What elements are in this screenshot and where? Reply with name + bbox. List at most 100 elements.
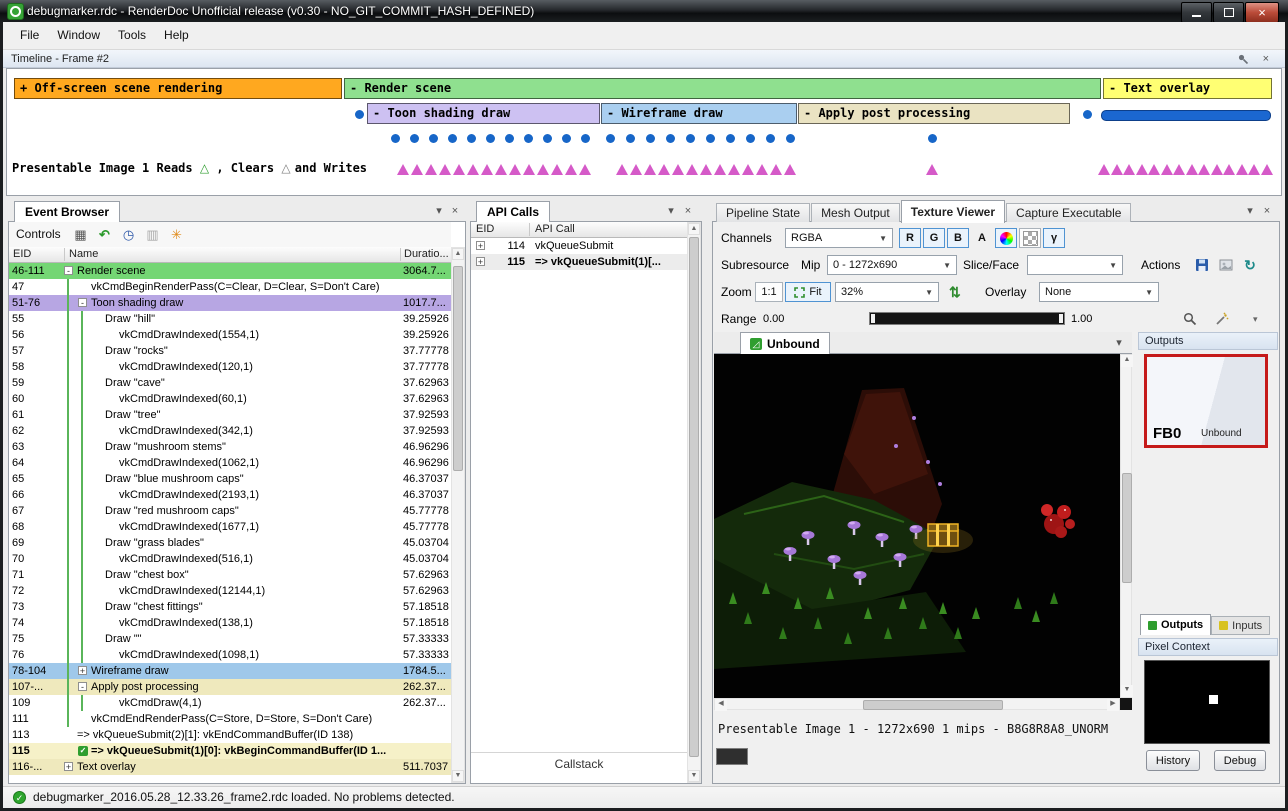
event-row[interactable]: 69Draw "grass blades"45.03704 — [9, 535, 451, 551]
event-row[interactable]: 63Draw "mushroom stems"46.96296 — [9, 439, 451, 455]
mip-select[interactable]: 0 - 1272x690▼ — [827, 255, 957, 275]
zoom-1-1-button[interactable]: 1:1 — [755, 282, 783, 302]
write-marker[interactable] — [411, 164, 423, 175]
write-marker[interactable] — [1098, 164, 1110, 175]
channel-a-button[interactable]: A — [971, 228, 993, 248]
expander-icon[interactable]: + — [78, 666, 87, 675]
scroll-up-icon[interactable]: ▲ — [452, 248, 464, 260]
scrollbar-thumb[interactable] — [453, 266, 463, 471]
write-marker[interactable] — [728, 164, 740, 175]
tab-event-browser[interactable]: Event Browser — [14, 201, 120, 223]
tab-api-calls[interactable]: API Calls — [476, 201, 550, 223]
write-marker[interactable] — [579, 164, 591, 175]
event-dot[interactable] — [626, 134, 635, 143]
event-dot[interactable] — [543, 134, 552, 143]
chevron-down-icon[interactable]: ▾ — [664, 203, 678, 219]
tab-inputs[interactable]: Inputs — [1211, 616, 1270, 635]
tab-outputs[interactable]: Outputs — [1140, 614, 1211, 635]
scroll-down-icon[interactable]: ▼ — [1121, 685, 1133, 697]
event-row[interactable]: 71Draw "chest box"57.62963 — [9, 567, 451, 583]
texture-image[interactable] — [714, 354, 1120, 698]
write-marker[interactable] — [770, 164, 782, 175]
event-row[interactable]: 115✓=> vkQueueSubmit(1)[0]: vkBeginComma… — [9, 743, 451, 759]
overlay-select[interactable]: None▼ — [1039, 282, 1159, 302]
event-row[interactable]: 113=> vkQueueSubmit(2)[1]: vkEndCommandB… — [9, 727, 451, 743]
write-marker[interactable] — [397, 164, 409, 175]
write-marker[interactable] — [425, 164, 437, 175]
event-row[interactable]: 62vkCmdDrawIndexed(342,1)37.92593 — [9, 423, 451, 439]
stats-icon[interactable]: ▥ — [143, 225, 162, 244]
event-row[interactable]: 66vkCmdDrawIndexed(2193,1)46.37037 — [9, 487, 451, 503]
scrollbar-thumb[interactable] — [1122, 473, 1132, 583]
flip-y-icon[interactable]: ⇅ — [949, 282, 961, 302]
event-dot[interactable] — [706, 134, 715, 143]
write-marker[interactable] — [481, 164, 493, 175]
usage-bar[interactable] — [1101, 110, 1271, 121]
event-row[interactable]: 64vkCmdDrawIndexed(1062,1)46.96296 — [9, 455, 451, 471]
event-dot[interactable] — [562, 134, 571, 143]
event-dot[interactable] — [606, 134, 615, 143]
write-marker[interactable] — [1223, 164, 1235, 175]
refresh-button[interactable]: ↻ — [1239, 255, 1261, 275]
color-wheel-button[interactable] — [995, 228, 1017, 248]
write-marker[interactable] — [453, 164, 465, 175]
event-dot[interactable] — [1083, 110, 1092, 119]
event-dot[interactable] — [355, 110, 364, 119]
zoom-fit-button[interactable]: Fit — [785, 282, 831, 302]
write-marker[interactable] — [686, 164, 698, 175]
write-marker[interactable] — [784, 164, 796, 175]
write-marker[interactable] — [700, 164, 712, 175]
event-dot[interactable] — [928, 134, 937, 143]
range-min-handle[interactable] — [871, 314, 875, 323]
expander-icon[interactable]: - — [78, 298, 87, 307]
write-marker[interactable] — [551, 164, 563, 175]
event-row[interactable]: 109vkCmdDraw(4,1)262.37... — [9, 695, 451, 711]
tab-unbound-texture[interactable]: ◿ Unbound — [740, 332, 830, 354]
channel-b-button[interactable]: B — [947, 228, 969, 248]
write-marker[interactable] — [1211, 164, 1223, 175]
event-dot[interactable] — [666, 134, 675, 143]
event-row[interactable]: 111vkCmdEndRenderPass(C=Store, D=Store, … — [9, 711, 451, 727]
event-dot[interactable] — [448, 134, 457, 143]
event-dot[interactable] — [746, 134, 755, 143]
write-marker[interactable] — [565, 164, 577, 175]
event-dot[interactable] — [467, 134, 476, 143]
channel-g-button[interactable]: G — [923, 228, 945, 248]
event-row[interactable]: 60vkCmdDrawIndexed(60,1)37.62963 — [9, 391, 451, 407]
write-marker[interactable] — [1173, 164, 1185, 175]
close-icon[interactable]: × — [1260, 203, 1274, 219]
write-marker[interactable] — [644, 164, 656, 175]
event-row[interactable]: 74vkCmdDrawIndexed(138,1)57.18518 — [9, 615, 451, 631]
event-dot[interactable] — [524, 134, 533, 143]
scrollbar-thumb[interactable] — [863, 700, 1003, 710]
write-marker[interactable] — [616, 164, 628, 175]
write-marker[interactable] — [756, 164, 768, 175]
write-marker[interactable] — [1136, 164, 1148, 175]
event-row[interactable]: 55Draw "hill"39.25926 — [9, 311, 451, 327]
channel-r-button[interactable]: R — [899, 228, 921, 248]
event-dot[interactable] — [391, 134, 400, 143]
write-marker[interactable] — [630, 164, 642, 175]
write-marker[interactable] — [1111, 164, 1123, 175]
write-marker[interactable] — [1236, 164, 1248, 175]
write-marker[interactable] — [467, 164, 479, 175]
write-marker[interactable] — [1148, 164, 1160, 175]
browse-icon[interactable]: ▦ — [71, 225, 90, 244]
event-row[interactable]: 72vkCmdDrawIndexed(12144,1)57.62963 — [9, 583, 451, 599]
event-row[interactable]: 57Draw "rocks"37.77778 — [9, 343, 451, 359]
api-call-row[interactable]: +115=> vkQueueSubmit(1)[... — [471, 254, 687, 270]
event-row[interactable]: 73Draw "chest fittings"57.18518 — [9, 599, 451, 615]
expander-icon[interactable]: + — [476, 241, 485, 250]
event-dot[interactable] — [429, 134, 438, 143]
channels-select[interactable]: RGBA▼ — [785, 228, 893, 248]
event-dot[interactable] — [726, 134, 735, 143]
write-marker[interactable] — [1248, 164, 1260, 175]
write-marker[interactable] — [672, 164, 684, 175]
write-marker[interactable] — [1261, 164, 1273, 175]
write-marker[interactable] — [537, 164, 549, 175]
event-dot[interactable] — [786, 134, 795, 143]
tab-texture-viewer[interactable]: Texture Viewer — [901, 200, 1005, 223]
history-button[interactable]: History — [1146, 750, 1200, 771]
scroll-up-icon[interactable]: ▲ — [1121, 355, 1133, 367]
event-row[interactable]: 61Draw "tree"37.92593 — [9, 407, 451, 423]
